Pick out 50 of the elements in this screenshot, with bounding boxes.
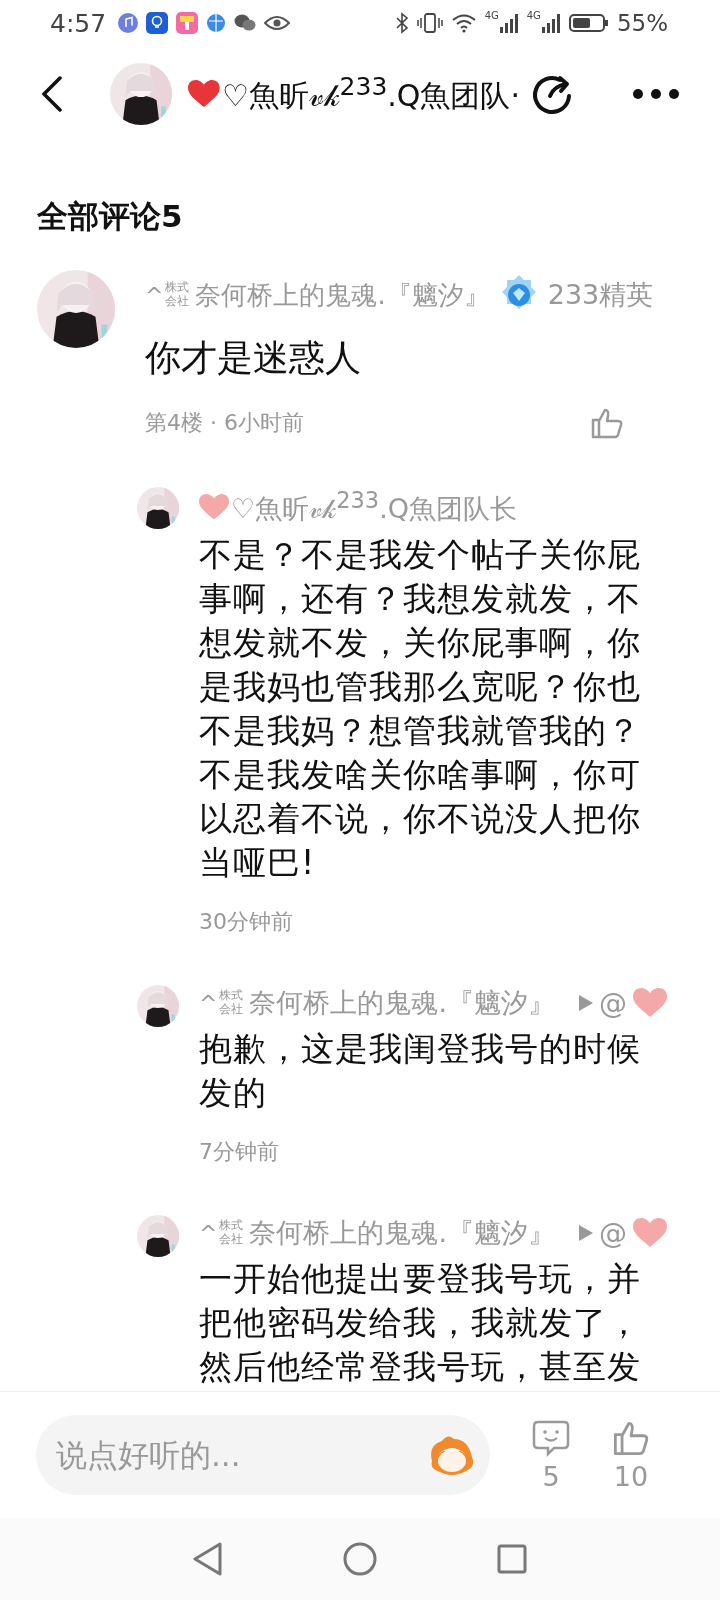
mention-at: @ (599, 1216, 628, 1250)
comment-icon[interactable] (532, 1418, 570, 1457)
user-name[interactable]: 奈何桥上的鬼魂.『魑汐』 (249, 985, 556, 1021)
play-icon (579, 995, 594, 1011)
mention-at: @ (599, 986, 628, 1020)
battery-icon (568, 13, 609, 33)
recent-apps-icon[interactable] (497, 1544, 527, 1574)
reply-text: 抱歉，这是我闺登我号的时候发的 (199, 1028, 642, 1114)
eye-icon (264, 14, 291, 32)
bluetooth-icon (394, 12, 409, 34)
chat-icon (234, 13, 257, 33)
network-label: 4G (484, 10, 499, 21)
bulb-icon (146, 12, 169, 34)
like-count: 10 (613, 1460, 649, 1492)
page-title: ♡魚昕𝓋𝓀$^{233}$.Q魚团队· (221, 71, 520, 115)
comment-text: 你才是迷惑人 (145, 336, 362, 380)
comment-input[interactable]: 说点好听的... (36, 1415, 490, 1495)
comment-meta: 第4楼 · 6小时前 (145, 409, 304, 437)
sticker-icon[interactable] (428, 1433, 476, 1477)
app-icon (176, 12, 199, 34)
user-name[interactable]: 奈何桥上的鬼魂.『魑汐』 (249, 1215, 556, 1251)
name-prefix: ^ (199, 990, 218, 1016)
name-tag: 株式会社 (165, 281, 192, 309)
section-title: 全部评论5 (36, 197, 184, 236)
reply-text: 不是？不是我发个帖子关你屁事啊，还有？我想发就发，不想发就不发，关你屁事啊，你是我妈也管我那么宽呢？你也不是我妈？想管我就管我的？不是我发啥关你啥事啊，你可以忍着不说，你不说没人把你当哑巴! (199, 534, 642, 884)
reply-text: 一开始他提出要登我号玩，并把他密码发给我，我就发了，然后他经常登我号玩，甚至发 (199, 1258, 642, 1388)
signal-icon (498, 13, 519, 33)
signal-icon (540, 13, 561, 33)
reply-time: 30分钟前 (199, 908, 294, 936)
back-icon[interactable] (40, 76, 64, 112)
music-icon (118, 13, 139, 33)
reply-time: 7分钟前 (199, 1138, 280, 1166)
thumbs-up-icon[interactable] (590, 407, 624, 439)
name-prefix: ^ (199, 1220, 218, 1246)
name-tag: 株式会社 (219, 989, 246, 1017)
vibrate-icon (416, 12, 443, 34)
wifi-icon (450, 13, 477, 33)
comment-count: 5 (542, 1460, 560, 1492)
battery-percent: 55% (616, 10, 668, 36)
network-label: 4G (526, 10, 541, 21)
user-name[interactable]: 奈何桥上的鬼魂.『魑汐』 (195, 277, 490, 313)
home-icon[interactable] (343, 1542, 377, 1576)
badge-label: 233精英 (547, 278, 654, 312)
name-prefix: ^ (145, 282, 164, 308)
user-name[interactable]: ♡魚昕𝓋𝓀$^{233}$.Q魚团队长 (231, 487, 517, 527)
play-icon (579, 1225, 594, 1241)
name-tag: 株式会社 (219, 1219, 246, 1247)
status-time: 4:57 (50, 8, 107, 38)
globe-icon (206, 13, 227, 33)
more-icon[interactable] (632, 88, 680, 100)
